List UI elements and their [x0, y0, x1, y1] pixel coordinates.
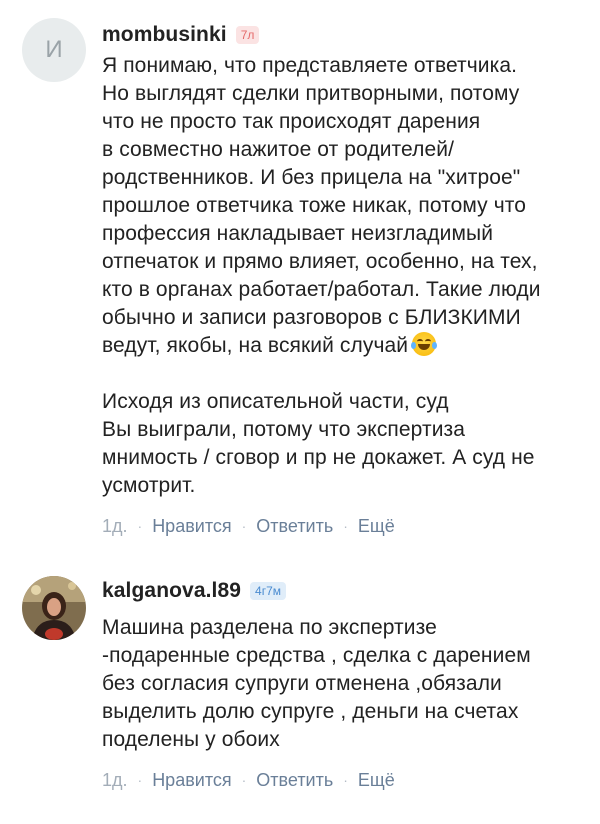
reply-button[interactable]: Ответить	[256, 516, 333, 537]
username[interactable]: mombusinki	[102, 23, 227, 47]
more-button[interactable]: Ещё	[358, 770, 395, 791]
more-button[interactable]: Ещё	[358, 516, 395, 537]
comment-text: Машина разделена по экспертизе -подаренн…	[102, 616, 531, 751]
account-age-badge: 4г7м	[250, 582, 287, 600]
laughing-emoji-icon	[411, 332, 438, 356]
comment-time: 1д.	[102, 769, 128, 790]
username[interactable]: kalganova.l89	[102, 579, 241, 603]
separator: ·	[343, 518, 348, 534]
comment-time: 1д.	[102, 515, 128, 536]
avatar[interactable]	[22, 576, 86, 640]
comment-text: Я понимаю, что представляете ответчика. …	[102, 52, 582, 360]
avatar-letter: И	[45, 36, 63, 63]
comment-header: mombusinki 7л	[102, 20, 582, 50]
comment-body: kalganova.l89 4г7м Машина разделена по э…	[102, 576, 582, 794]
separator: ·	[241, 772, 247, 788]
comment-text-extra: Исходя из описательной части, суд Вы выи…	[102, 390, 535, 497]
separator: ·	[137, 518, 143, 534]
like-button[interactable]: Нравится	[152, 770, 231, 791]
avatar[interactable]: И	[22, 18, 86, 82]
comment-actions: 1д. · Нравится · Ответить · Ещё	[102, 766, 582, 794]
comment-body: mombusinki 7л Я понимаю, что представляе…	[102, 20, 582, 540]
account-age-badge: 7л	[235, 26, 260, 44]
avatar-photo	[22, 576, 86, 640]
comment-header: kalganova.l89 4г7м	[102, 576, 582, 606]
separator: ·	[137, 772, 143, 788]
separator: ·	[241, 518, 247, 534]
separator: ·	[343, 772, 348, 788]
comment-text-main: Я понимаю, что представляете ответчика. …	[102, 54, 541, 357]
like-button[interactable]: Нравится	[152, 516, 231, 537]
reply-button[interactable]: Ответить	[256, 770, 333, 791]
comment-actions: 1д. · Нравится · Ответить · Ещё	[102, 512, 582, 540]
